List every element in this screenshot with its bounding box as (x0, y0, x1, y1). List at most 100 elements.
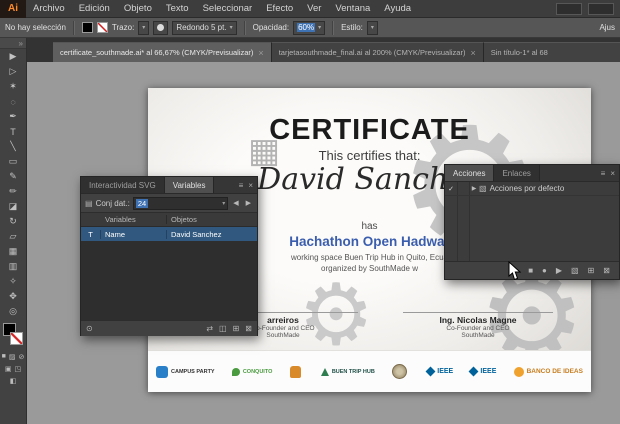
document-tab-sin-titulo[interactable]: Sin título-1* al 68 (483, 42, 620, 62)
lock-icon[interactable]: ⊙ (86, 324, 93, 333)
signature-org: SouthMade (461, 332, 495, 339)
close-icon[interactable]: × (248, 181, 253, 190)
mouse-cursor (508, 260, 522, 286)
fill-stroke-controls (0, 323, 26, 349)
stroke-width-select[interactable]: ▾ (138, 20, 150, 35)
menu-item-texto[interactable]: Texto (159, 0, 196, 18)
actions-footer: ■ ● ▶ ▧ ⊞ ⊠ (445, 261, 619, 279)
pencil-tool[interactable]: ✏ (0, 184, 26, 199)
toggle-item-check-icon[interactable]: ✓ (445, 185, 457, 193)
draw-behind-icon[interactable]: ◳ (15, 365, 22, 373)
duplicate-variable-icon[interactable]: ◫ (219, 324, 227, 333)
record-icon[interactable]: ● (542, 266, 547, 275)
collapse-panel-icon[interactable]: » (0, 38, 26, 49)
panel-menu-icon[interactable]: ≡ (601, 169, 606, 178)
tree-icon (320, 367, 329, 376)
mesh-tool[interactable]: ▦ (0, 244, 26, 259)
divider (72, 20, 75, 35)
menu-item-efecto[interactable]: Efecto (259, 0, 300, 18)
swap-variable-icon[interactable]: ⇄ (206, 324, 213, 333)
new-action-icon[interactable]: ⊞ (588, 266, 595, 275)
actions-panel: Acciones Enlaces ≡ × ✓ ▶ ▧ Acciones por … (444, 164, 620, 280)
magic-wand-tool[interactable]: ✶ (0, 79, 26, 94)
chevron-down-icon: ▾ (142, 25, 146, 31)
screen-mode-icon[interactable]: ◧ (10, 377, 17, 385)
stop-icon[interactable]: ■ (528, 266, 533, 275)
menu-item-seleccionar[interactable]: Seleccionar (196, 0, 260, 18)
menu-item-ayuda[interactable]: Ayuda (377, 0, 418, 18)
menu-item-edicion[interactable]: Edición (72, 0, 117, 18)
stroke-swatch[interactable] (10, 332, 23, 345)
stroke-label: Trazo: (111, 23, 135, 32)
gradient-mode-icon[interactable]: ▨ (9, 353, 16, 361)
color-mode-icon[interactable]: ■ (2, 353, 6, 361)
new-variable-icon[interactable]: ⊞ (233, 324, 240, 333)
gradient-tool[interactable]: ▥ (0, 259, 26, 274)
brush-select[interactable]: Redondo 5 pt. ▾ (172, 20, 237, 35)
delete-icon[interactable]: ⊠ (603, 266, 610, 275)
menu-item-ver[interactable]: Ver (300, 0, 328, 18)
menu-item-objeto[interactable]: Objeto (117, 0, 159, 18)
paintbrush-tool[interactable]: ✎ (0, 169, 26, 184)
document-tab-certificate[interactable]: certificate_southmade.ai* al 66,67% (CMY… (53, 42, 272, 62)
hand-tool[interactable]: ✥ (0, 289, 26, 304)
chevron-down-icon: ▾ (370, 25, 374, 31)
app-bar-button[interactable] (588, 2, 614, 15)
rectangle-tool[interactable]: ▭ (0, 154, 26, 169)
variable-row-name[interactable]: T Name David Sanchez (81, 227, 257, 241)
panel-menu-icon[interactable]: ≡ (239, 181, 244, 190)
menu-item-archivo[interactable]: Archivo (26, 0, 72, 18)
lasso-tool[interactable]: ◌ (0, 94, 26, 109)
previous-dataset-button[interactable]: ◀ (231, 199, 240, 207)
action-set-row[interactable]: ✓ ▶ ▧ Acciones por defecto (445, 182, 619, 196)
fill-color-swatch[interactable] (81, 22, 93, 33)
zoom-tool[interactable]: ◎ (0, 304, 26, 319)
ieee-section-logo: IEEE (468, 366, 497, 377)
none-mode-icon[interactable]: ⊘ (18, 353, 24, 361)
tab-interactividad-svg[interactable]: Interactividad SVG (81, 177, 165, 193)
rotate-tool[interactable]: ↻ (0, 214, 26, 229)
scale-tool[interactable]: ▱ (0, 229, 26, 244)
dialog-toggle-cell[interactable] (457, 182, 469, 195)
sponsor-label: IEEE (480, 368, 497, 375)
close-icon[interactable]: × (610, 169, 615, 178)
tab-variables[interactable]: Variables (164, 177, 215, 193)
tab-acciones[interactable]: Acciones (445, 165, 495, 181)
tools-panel: » ▶ ▷ ✶ ◌ ✒ T ╲ ▭ ✎ ✏ ◪ ↻ ▱ ▦ ▥ ✧ ✥ ◎ ■ … (0, 38, 27, 424)
tab-enlaces[interactable]: Enlaces (494, 165, 540, 181)
objects-column-header: Objetos (171, 215, 197, 224)
screen-mode-row: ◧ (0, 377, 26, 385)
close-icon[interactable]: × (470, 48, 475, 58)
play-icon[interactable]: ▶ (556, 266, 562, 275)
style-select[interactable]: ▾ (366, 20, 378, 35)
expand-triangle-icon[interactable]: ▶ (469, 185, 479, 192)
stroke-color-swatch[interactable] (96, 22, 108, 33)
selection-tool[interactable]: ▶ (0, 49, 26, 64)
sponsor-label: CAMPUS PARTY (171, 368, 215, 375)
emblem-logo (392, 364, 410, 379)
draw-normal-icon[interactable]: ▣ (5, 365, 12, 373)
dataset-select[interactable]: 24 ▾ (132, 196, 229, 210)
direct-selection-tool[interactable]: ▷ (0, 64, 26, 79)
new-set-icon[interactable]: ▧ (571, 266, 579, 275)
close-icon[interactable]: × (258, 48, 263, 58)
eraser-tool[interactable]: ◪ (0, 199, 26, 214)
pen-tool[interactable]: ✒ (0, 109, 26, 124)
next-dataset-button[interactable]: ▶ (244, 199, 253, 207)
illustrator-logo: Ai (0, 0, 26, 18)
brush-preview[interactable] (153, 20, 169, 35)
line-segment-tool[interactable]: ╲ (0, 139, 26, 154)
menu-item-ventana[interactable]: Ventana (328, 0, 377, 18)
eyedropper-tool[interactable]: ✧ (0, 274, 26, 289)
type-tool[interactable]: T (0, 124, 26, 139)
signature-role: Co-Founder and CEO (446, 325, 510, 332)
delete-variable-icon[interactable]: ⊠ (245, 324, 252, 333)
chevron-down-icon: ▾ (222, 200, 226, 207)
action-set-label: Acciones por defecto (489, 184, 565, 193)
dataset-label: Conj dat.: (95, 198, 130, 208)
sponsor-label: BUEN TRIP HUB (331, 368, 375, 375)
opacity-select[interactable]: 60% ▾ (293, 20, 326, 35)
workspace-switcher-button[interactable] (556, 2, 582, 15)
sponsor-label: BANCO DE IDEAS (526, 368, 583, 375)
document-tab-tarjeta[interactable]: tarjetasouthmade_final.ai al 200% (CMYK/… (271, 42, 484, 62)
